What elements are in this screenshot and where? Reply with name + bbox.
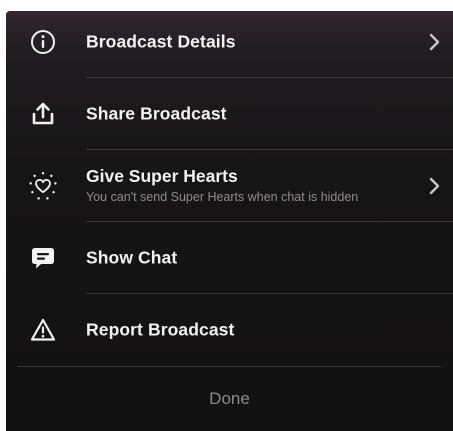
share-broadcast-label: Share Broadcast: [86, 103, 227, 124]
broadcast-details-label: Broadcast Details: [86, 31, 236, 52]
report-broadcast-item[interactable]: Report Broadcast: [6, 294, 453, 366]
share-broadcast-item[interactable]: Share Broadcast: [6, 78, 453, 150]
sparkle-heart-icon: [28, 171, 58, 201]
show-chat-label: Show Chat: [86, 247, 178, 268]
share-icon: [28, 99, 58, 129]
give-super-hearts-label: Give Super Hearts: [86, 166, 238, 186]
chat-bubble-icon: [28, 243, 58, 273]
done-button[interactable]: Done: [6, 367, 453, 431]
chevron-right-icon: [429, 33, 440, 51]
report-broadcast-label: Report Broadcast: [86, 319, 235, 340]
chevron-right-icon: [429, 177, 440, 195]
give-super-hearts-item[interactable]: Give Super Hearts You can't send Super H…: [6, 150, 453, 222]
super-hearts-disabled-note: You can't send Super Hearts when chat is…: [86, 190, 359, 204]
info-icon: [28, 27, 58, 57]
action-sheet: Broadcast Details Share Broadcast Give S…: [6, 11, 453, 431]
warning-icon: [28, 315, 58, 345]
broadcast-details-item[interactable]: Broadcast Details: [6, 11, 453, 78]
show-chat-item[interactable]: Show Chat: [6, 222, 453, 294]
action-sheet-frame: Broadcast Details Share Broadcast Give S…: [6, 11, 453, 431]
